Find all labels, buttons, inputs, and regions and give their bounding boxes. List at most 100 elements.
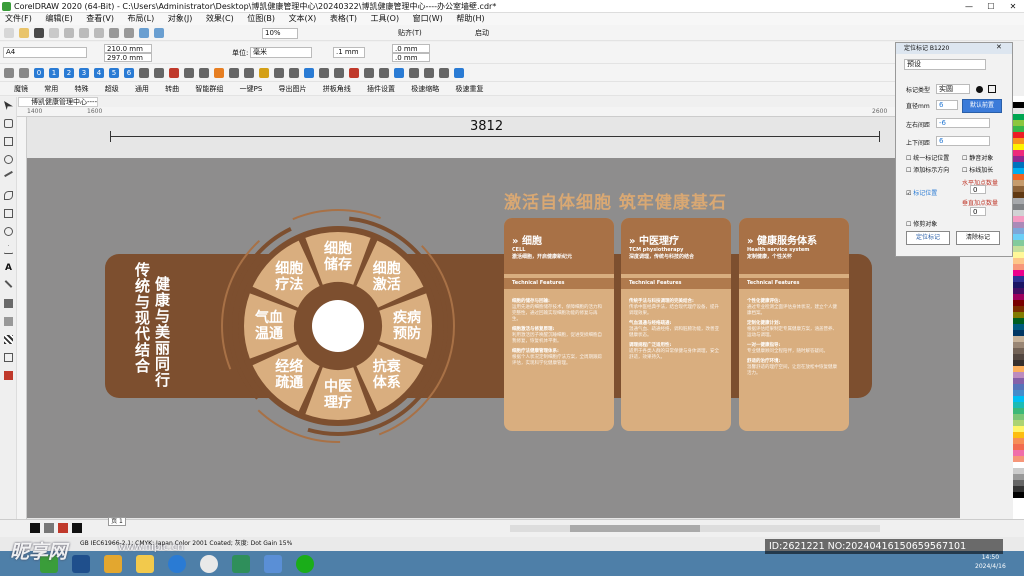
macro-fast-thumbnail[interactable]: 极速缩略 <box>411 85 439 93</box>
option-mute-object[interactable]: ☐ 静音对象 <box>962 153 993 162</box>
undo-icon[interactable] <box>109 28 119 38</box>
solid-circle-icon[interactable] <box>976 86 983 93</box>
macro-super[interactable]: 超级 <box>105 85 119 93</box>
v-count-field[interactable]: 0 <box>970 207 986 216</box>
units-select[interactable]: 毫米 <box>250 47 312 58</box>
tool-icon[interactable] <box>139 68 149 78</box>
menu-tools[interactable]: 工具(O) <box>371 14 400 23</box>
tool-icon[interactable] <box>169 68 179 78</box>
option-mark-position[interactable]: ☑ 标记位置 <box>906 188 937 197</box>
swatch[interactable] <box>58 523 68 533</box>
tool-icon[interactable] <box>349 68 359 78</box>
duplicate-distance-x[interactable]: .0 mm <box>392 44 430 53</box>
number-2-icon[interactable]: 2 <box>64 68 74 78</box>
freehand-tool-icon[interactable] <box>4 170 13 178</box>
palette-swatch[interactable] <box>1013 492 1024 498</box>
pattern-tool-icon[interactable] <box>4 335 13 344</box>
menu-window[interactable]: 窗口(W) <box>413 14 443 23</box>
menu-text[interactable]: 文本(X) <box>289 14 317 23</box>
option-extend-line[interactable]: ☐ 标线加长 <box>962 165 993 174</box>
horizontal-ruler[interactable]: 1400 1600 2600 <box>17 107 895 117</box>
number-5-icon[interactable]: 5 <box>109 68 119 78</box>
macro-fast-repeat[interactable]: 极速重复 <box>455 85 483 93</box>
app-taskbar-icon[interactable] <box>200 555 218 573</box>
macro-common[interactable]: 常用 <box>44 85 58 93</box>
tool-icon[interactable] <box>454 68 464 78</box>
tool-icon[interactable] <box>364 68 374 78</box>
cut-icon[interactable] <box>64 28 74 38</box>
maximize-button[interactable]: ☐ <box>980 0 1002 13</box>
tool-icon[interactable] <box>214 68 224 78</box>
print-icon[interactable] <box>49 28 59 38</box>
text-tool-icon[interactable]: A <box>5 263 12 273</box>
eyedropper-tool-icon[interactable] <box>4 353 13 362</box>
menu-layout[interactable]: 布局(L) <box>128 14 155 23</box>
artistic-media-icon[interactable] <box>4 191 13 200</box>
swatch[interactable] <box>72 523 82 533</box>
menu-table[interactable]: 表格(T) <box>330 14 357 23</box>
page-size-select[interactable]: A4 <box>3 47 87 58</box>
redo-icon[interactable] <box>124 28 134 38</box>
menu-edit[interactable]: 编辑(E) <box>45 14 72 23</box>
tool-icon[interactable] <box>379 68 389 78</box>
menu-view[interactable]: 查看(V) <box>86 14 114 23</box>
macro-export-image[interactable]: 导出图片 <box>279 85 307 93</box>
shape-tool-icon[interactable] <box>4 119 13 128</box>
tool-icon[interactable] <box>319 68 329 78</box>
tool-icon[interactable] <box>424 68 434 78</box>
tool-icon[interactable] <box>199 68 209 78</box>
tool-icon[interactable] <box>274 68 284 78</box>
position-mark-button[interactable]: 定位标记 <box>906 231 950 245</box>
number-6-icon[interactable]: 6 <box>124 68 134 78</box>
macro-plugin-settings[interactable]: 插件设置 <box>367 85 395 93</box>
color-palette[interactable] <box>1013 96 1024 536</box>
tool-icon[interactable] <box>334 68 344 78</box>
number-3-icon[interactable]: 3 <box>79 68 89 78</box>
new-file-icon[interactable] <box>4 28 14 38</box>
page-tab[interactable]: 页 1 <box>108 517 126 526</box>
h-count-field[interactable]: 0 <box>970 185 986 194</box>
photoshop-taskbar-icon[interactable] <box>72 555 90 573</box>
macro-general[interactable]: 通用 <box>135 85 149 93</box>
lr-margin-field[interactable]: -6 <box>936 118 990 128</box>
square-mark-icon[interactable] <box>988 85 996 93</box>
paste-icon[interactable] <box>94 28 104 38</box>
close-button[interactable]: ✕ <box>1002 0 1024 13</box>
mark-type-select[interactable]: 实圆 <box>936 84 970 94</box>
menu-effects[interactable]: 效果(C) <box>206 14 234 23</box>
document-tab[interactable]: 博凯健康管理中心----... <box>18 97 98 107</box>
menu-bitmaps[interactable]: 位图(B) <box>247 14 275 23</box>
plugin-icon[interactable] <box>4 68 14 78</box>
macro-mojing[interactable]: 魔镜 <box>14 85 28 93</box>
zoom-level-field[interactable]: 10% <box>262 28 298 39</box>
tool-icon[interactable] <box>244 68 254 78</box>
macro-smart-group[interactable]: 智能群组 <box>195 85 223 93</box>
snap-to-button[interactable]: 贴齐(T) <box>398 28 422 38</box>
fill-tool-icon[interactable] <box>4 371 13 380</box>
interactive-tool-icon[interactable] <box>4 299 13 308</box>
option-add-direction[interactable]: ☐ 添加标示方向 <box>906 165 949 174</box>
swatch[interactable] <box>44 523 54 533</box>
number-0-icon[interactable]: 0 <box>34 68 44 78</box>
transparency-tool-icon[interactable] <box>4 317 13 326</box>
macro-crop-marks[interactable]: 拼板角线 <box>323 85 351 93</box>
number-4-icon[interactable]: 4 <box>94 68 104 78</box>
macro-one-click-ps[interactable]: 一键PS <box>240 85 263 93</box>
line-tool-icon[interactable] <box>4 280 13 288</box>
tool-icon[interactable] <box>229 68 239 78</box>
tool-icon[interactable] <box>409 68 419 78</box>
macro-special[interactable]: 特殊 <box>74 85 88 93</box>
copy-icon[interactable] <box>79 28 89 38</box>
k-app-taskbar-icon[interactable] <box>168 555 186 573</box>
option-trim-object[interactable]: ☐ 修剪对象 <box>906 219 937 228</box>
option-unify-position[interactable]: ☐ 统一标记位置 <box>906 153 949 162</box>
tool-icon[interactable] <box>394 68 404 78</box>
duplicate-distance-y[interactable]: .0 mm <box>392 53 430 62</box>
menu-help[interactable]: 帮助(H) <box>456 14 484 23</box>
explorer-taskbar-icon[interactable] <box>136 555 154 573</box>
polygon-tool-icon[interactable] <box>4 245 13 254</box>
vertical-ruler[interactable] <box>17 117 27 519</box>
tool-icon[interactable] <box>439 68 449 78</box>
ellipse-tool-icon[interactable] <box>4 227 13 236</box>
tool-icon[interactable] <box>259 68 269 78</box>
